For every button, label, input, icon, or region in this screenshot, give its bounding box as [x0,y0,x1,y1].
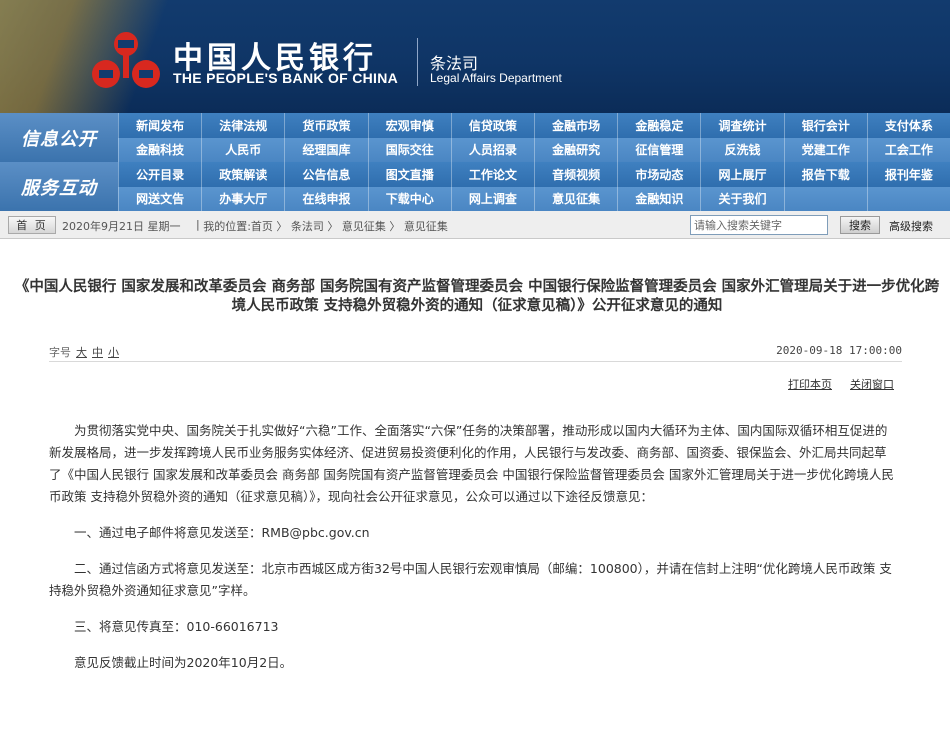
print-page-link[interactable]: 打印本页 [788,376,832,392]
article-paragraph: 为贯彻落实党中央、国务院关于扎实做好“六稳”工作、全面落实“六保”任务的决策部署… [49,423,894,504]
breadcrumb-separator: 〉 [272,220,291,233]
breadcrumb-prefix: 我的位置: [203,220,251,233]
nav-link[interactable]: 党建工作 [783,137,867,162]
nav-link[interactable]: 新闻发布 [118,113,201,138]
search-button[interactable]: 搜索 [840,216,880,234]
nav-link[interactable]: 音频视频 [534,162,617,187]
breadcrumb-link-department[interactable]: 条法司 [291,218,324,234]
nav-link[interactable]: 反洗钱 [700,137,783,162]
current-date: 2020年9月21日 星期一 [62,220,181,233]
nav-link[interactable]: 公告信息 [284,162,367,187]
article-title: 《中国人民银行 国家发展和改革委员会 商务部 国务院国有资产监督管理委员会 中国… [14,279,940,314]
main-navigation: 信息公开 服务互动 新闻发布 法律法规 货币政策 宏观审慎 信贷政策 金融市场 … [0,113,950,211]
brand-name-en: THE PEOPLE'S BANK OF CHINA [173,70,399,86]
nav-link[interactable]: 调查统计 [700,113,783,138]
close-window-link[interactable]: 关闭窗口 [850,376,894,392]
nav-link[interactable]: 人民币 [201,137,284,162]
advanced-search-link[interactable]: 高级搜索 [889,218,933,234]
font-size-switcher: 字号 大 中 小 [49,344,119,360]
font-size-medium[interactable]: 中 [92,344,103,360]
article-paragraph: 意见反馈截止时间为2020年10月2日。 [74,655,293,670]
breadcrumb-separator: | [196,218,204,231]
nav-row-1: 新闻发布 法律法规 货币政策 宏观审慎 信贷政策 金融市场 金融稳定 调查统计 … [118,113,950,138]
nav-link[interactable]: 报刊年鉴 [866,162,950,187]
publish-time: 2020-09-18 17:00:00 [776,344,902,357]
breadcrumb-bar: 首 页 2020年9月21日 星期一 | 我的位置: 首页 〉 条法司 〉 意见… [0,211,950,239]
search-input[interactable] [690,215,828,235]
site-header: 中国人民银行 THE PEOPLE'S BANK OF CHINA 条法司 Le… [0,0,950,113]
nav-link[interactable]: 关于我们 [700,186,783,211]
nav-link[interactable]: 办事大厅 [201,186,284,211]
nav-link[interactable]: 在线申报 [284,186,367,211]
breadcrumb-separator: 〉 [385,220,404,233]
home-button[interactable]: 首 页 [8,216,56,234]
pboc-logo-icon[interactable] [90,30,162,92]
nav-link[interactable]: 金融市场 [534,113,617,138]
nav-link[interactable]: 人员招录 [450,137,534,162]
nav-link[interactable]: 金融稳定 [617,113,700,138]
font-size-label: 字号 [49,346,71,359]
breadcrumb-link-home[interactable]: 首页 [251,218,273,234]
header-divider [417,38,418,86]
nav-link[interactable]: 征信管理 [617,137,700,162]
nav-empty-cell [866,186,950,211]
department-name-en: Legal Affairs Department [430,71,562,85]
nav-link[interactable]: 下载中心 [367,186,451,211]
nav-link[interactable]: 支付体系 [866,113,950,138]
nav-link[interactable]: 信贷政策 [450,113,534,138]
nav-link[interactable]: 报告下载 [783,162,867,187]
nav-link[interactable]: 国际交往 [367,137,451,162]
nav-link[interactable]: 金融科技 [118,137,201,162]
nav-link[interactable]: 公开目录 [118,162,201,187]
article-paragraph: 一、通过电子邮件将意见发送至：RMB@pbc.gov.cn [74,525,370,540]
nav-link[interactable]: 工作论文 [450,162,534,187]
nav-link[interactable]: 工会工作 [866,137,950,162]
article-paragraph: 二、通过信函方式将意见发送至：北京市西城区成方街32号中国人民银行宏观审慎局（邮… [49,561,892,598]
nav-link[interactable]: 意见征集 [534,186,617,211]
article-tools: 打印本页 关闭窗口 [788,376,894,392]
nav-section-service-interaction[interactable]: 服务互动 [0,162,118,211]
font-size-large[interactable]: 大 [76,344,87,360]
nav-link[interactable]: 经理国库 [284,137,367,162]
nav-link[interactable]: 金融知识 [617,186,700,211]
nav-link[interactable]: 货币政策 [284,113,367,138]
nav-link[interactable]: 宏观审慎 [367,113,451,138]
nav-section-info-disclosure[interactable]: 信息公开 [0,113,118,162]
nav-link[interactable]: 网上展厅 [700,162,783,187]
nav-empty-cell [783,186,867,211]
nav-link[interactable]: 网上调查 [450,186,534,211]
nav-link[interactable]: 政策解读 [201,162,284,187]
article-body: 为贯彻落实党中央、国务院关于扎实做好“六稳”工作、全面落实“六保”任务的决策部署… [49,420,894,674]
nav-link[interactable]: 金融研究 [534,137,617,162]
article-paragraph: 三、将意见传真至：010-66016713 [74,619,279,634]
nav-row-2: 金融科技 人民币 经理国库 国际交往 人员招录 金融研究 征信管理 反洗钱 党建… [118,137,950,162]
nav-row-3: 公开目录 政策解读 公告信息 图文直播 工作论文 音频视频 市场动态 网上展厅 … [118,162,950,187]
nav-row-4: 网送文告 办事大厅 在线申报 下载中心 网上调查 意见征集 金融知识 关于我们 [118,186,950,211]
article-meta: 字号 大 中 小 2020-09-18 17:00:00 [49,340,902,362]
breadcrumb-current[interactable]: 意见征集 [404,218,448,234]
breadcrumb: | 我的位置: 首页 〉 条法司 〉 意见征集 〉 意见征集 [196,218,448,234]
breadcrumb-link-feedback[interactable]: 意见征集 [342,218,386,234]
nav-link[interactable]: 图文直播 [367,162,451,187]
nav-link[interactable]: 网送文告 [118,186,201,211]
nav-link[interactable]: 市场动态 [617,162,700,187]
breadcrumb-separator: 〉 [323,220,342,233]
font-size-small[interactable]: 小 [108,344,119,360]
nav-link[interactable]: 法律法规 [201,113,284,138]
nav-link[interactable]: 银行会计 [783,113,867,138]
